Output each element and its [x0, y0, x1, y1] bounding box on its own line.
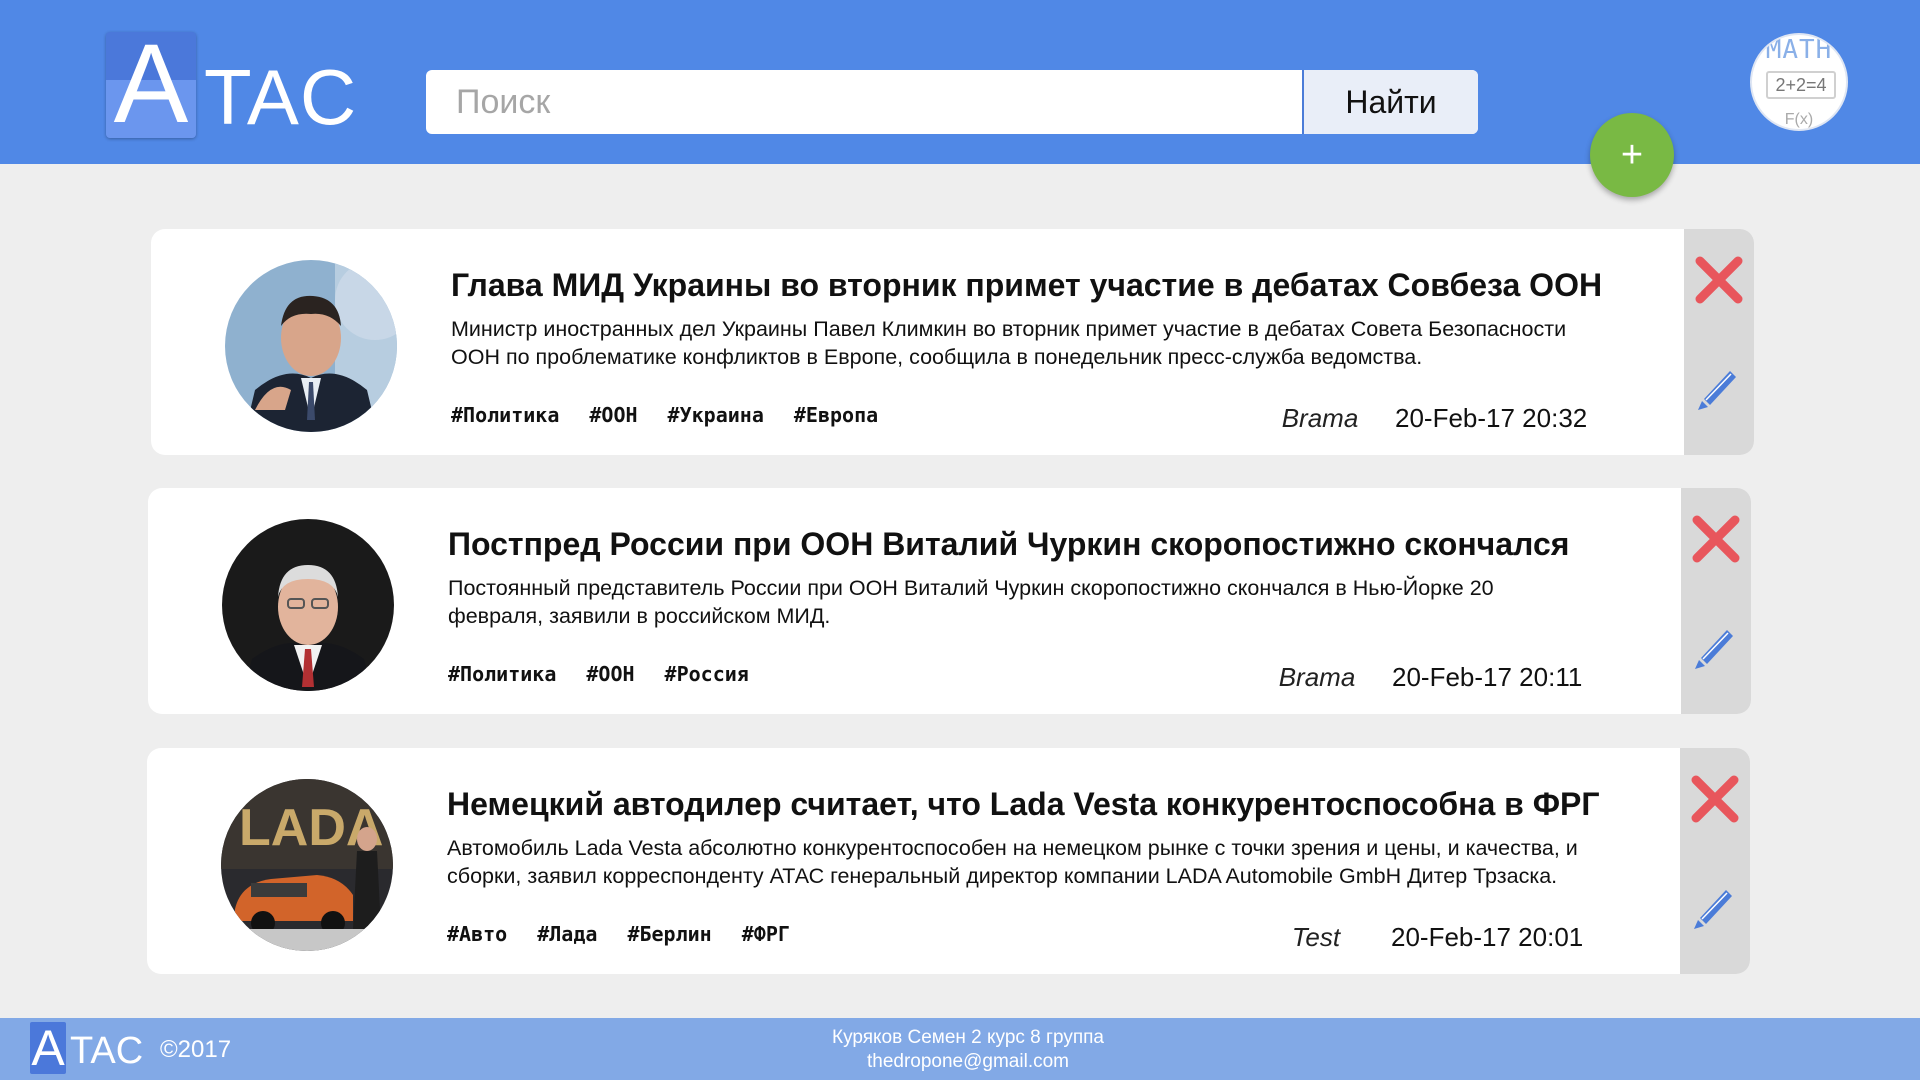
search-input[interactable] — [426, 70, 1302, 134]
logo-text: TAC — [204, 53, 358, 141]
delete-icon[interactable] — [1694, 255, 1744, 305]
article-title[interactable]: Глава МИД Украины во вторник примет учас… — [451, 267, 1602, 304]
delete-icon[interactable] — [1690, 774, 1740, 824]
tag[interactable]: #Политика — [448, 662, 556, 686]
logo-letter: A — [113, 32, 189, 138]
article-date: 20-Feb-17 20:11 — [1392, 662, 1583, 692]
tag[interactable]: #Берлин — [627, 922, 711, 946]
article-tags: #Политика #ООН #Украина #Европа — [451, 403, 878, 427]
footer-credits: Куряков Семен 2 курс 8 группа thedropone… — [0, 1026, 1920, 1074]
edit-icon[interactable] — [1694, 363, 1744, 413]
footer-author: Куряков Семен 2 курс 8 группа — [832, 1027, 1104, 1048]
article-card: LADA Немецкий автодилер считает, что Lad… — [147, 748, 1750, 974]
article-card: Глава МИД Украины во вторник примет учас… — [151, 229, 1754, 455]
footer-email[interactable]: thedropone@gmail.com — [0, 1050, 1920, 1074]
edit-icon[interactable] — [1691, 622, 1741, 672]
article-date: 20-Feb-17 20:01 — [1391, 922, 1584, 952]
avatar[interactable]: MATH 2+2=4 F(x) — [1750, 33, 1848, 131]
article-title[interactable]: Постпред России при ООН Виталий Чуркин с… — [448, 526, 1569, 563]
article-date: 20-Feb-17 20:32 — [1395, 403, 1588, 433]
tag[interactable]: #Россия — [665, 662, 749, 686]
article-author: Brama — [1278, 662, 1356, 692]
article-author: Brama — [1281, 403, 1359, 433]
tag[interactable]: #Авто — [447, 922, 507, 946]
avatar-equation: 2+2=4 — [1766, 71, 1836, 99]
article-title[interactable]: Немецкий автодилер считает, что Lada Ves… — [447, 786, 1600, 823]
delete-icon[interactable] — [1691, 514, 1741, 564]
article-card: Постпред России при ООН Виталий Чуркин с… — [148, 488, 1751, 714]
article-tags: #Политика #ООН #Россия — [448, 662, 749, 686]
tag[interactable]: #ООН — [586, 662, 634, 686]
article-text: Министр иностранных дел Украины Павел Кл… — [451, 317, 1567, 369]
tag[interactable]: #Европа — [794, 403, 878, 427]
article-photo — [225, 260, 397, 432]
article-actions — [1681, 488, 1751, 714]
edit-icon[interactable] — [1690, 882, 1740, 932]
tag[interactable]: #ООН — [589, 403, 637, 427]
search-button[interactable]: Найти — [1302, 70, 1478, 134]
search-bar: Найти — [426, 70, 1478, 134]
avatar-math-text: MATH — [1765, 35, 1833, 65]
plus-icon: + — [1620, 133, 1644, 176]
article-photo: LADA — [221, 779, 393, 951]
article-author: Test — [1291, 922, 1341, 952]
logo-mark: A — [106, 32, 196, 138]
tag[interactable]: #Украина — [668, 403, 764, 427]
tag[interactable]: #Лада — [537, 922, 597, 946]
tag[interactable]: #Политика — [451, 403, 559, 427]
tag[interactable]: #ФРГ — [742, 922, 790, 946]
footer: A TAC ©2017 Куряков Семен 2 курс 8 групп… — [0, 1018, 1920, 1080]
avatar-fx: F(x) — [1784, 111, 1814, 128]
add-article-button[interactable]: + — [1590, 113, 1674, 197]
logo[interactable]: A TAC — [106, 28, 357, 138]
article-tags: #Авто #Лада #Берлин #ФРГ — [447, 922, 790, 946]
article-text: Постоянный представитель России при ООН … — [448, 576, 1494, 628]
article-actions — [1680, 748, 1750, 974]
article-actions — [1684, 229, 1754, 455]
article-text: Автомобиль Lada Vesta абсолютно конкурен… — [447, 836, 1578, 888]
article-photo — [222, 519, 394, 691]
